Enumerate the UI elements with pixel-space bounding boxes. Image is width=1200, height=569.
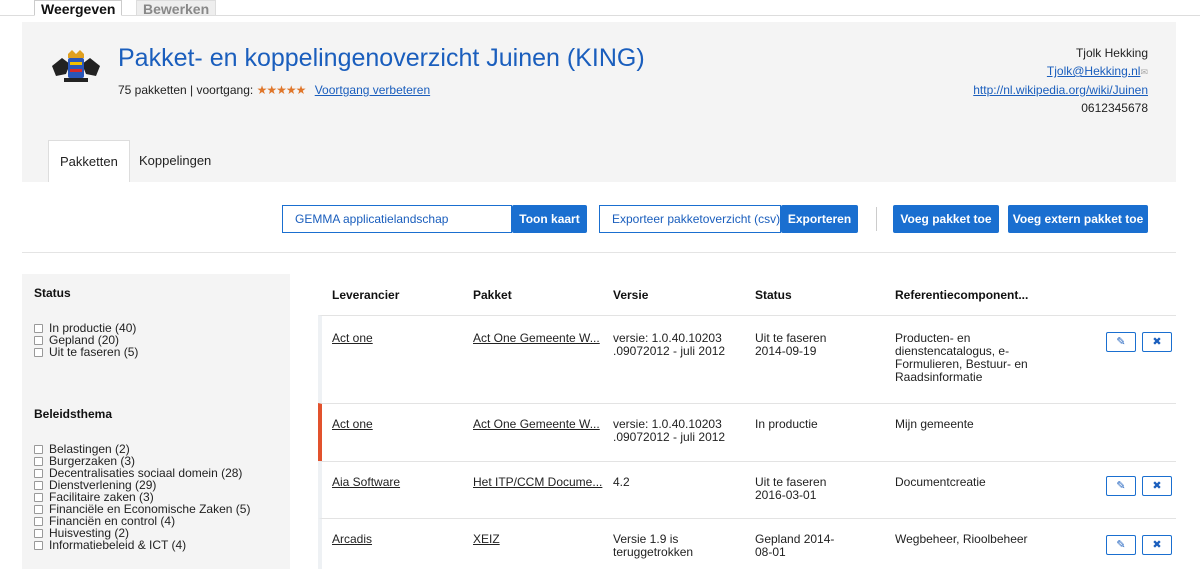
package-link[interactable]: XEIZ [473, 533, 500, 546]
close-icon: ✖ [1152, 480, 1162, 492]
version-cell: versie: 1.0.40.10203 .09072012 - juli 20… [613, 417, 726, 444]
checkbox[interactable] [34, 516, 43, 526]
package-link[interactable]: Act One Gemeente W... [473, 332, 600, 345]
supplier-link[interactable]: Aia Software [332, 476, 400, 489]
landscape-select[interactable]: GEMMA applicatielandschap [282, 205, 512, 233]
checkbox[interactable] [34, 540, 43, 550]
status-filter-title: Status [34, 286, 71, 300]
version-cell: versie: 1.0.40.10203 .09072012 - juli 20… [613, 331, 726, 358]
component-cell: Producten- en dienstencatalogus, e-Formu… [895, 331, 1028, 384]
status-filter-list: In productie (40) Gepland (20) Uit te fa… [34, 322, 138, 358]
delete-button[interactable]: ✖ [1142, 535, 1172, 555]
component-cell: Wegbeheer, Rioolbeheer [895, 532, 1028, 546]
page-title: Pakket- en koppelingenoverzicht Juinen (… [118, 44, 645, 72]
checkbox[interactable] [34, 456, 43, 466]
column-header-status[interactable]: Status [755, 288, 792, 302]
progress-stars: ★★★★★ [256, 83, 307, 97]
close-icon: ✖ [1152, 336, 1162, 348]
tab-pakketten[interactable]: Pakketten [48, 140, 130, 182]
export-select[interactable]: Exporteer pakketoverzicht (csv) [599, 205, 781, 233]
delete-button[interactable]: ✖ [1142, 332, 1172, 352]
supplier-link[interactable]: Act one [332, 418, 373, 431]
tab-koppelingen[interactable]: Koppelingen [128, 140, 222, 182]
contact-url-link[interactable]: http://nl.wikipedia.org/wiki/Juinen [973, 81, 1148, 99]
status-cell: Gepland 2014-08-01 [755, 532, 835, 559]
table-row: Act one Act One Gemeente W... versie: 1.… [318, 403, 1176, 461]
coat-of-arms-logo [52, 50, 100, 82]
supplier-link[interactable]: Arcadis [332, 533, 372, 546]
filter-option[interactable]: Informatiebeleid & ICT (4) [34, 539, 250, 551]
view-tabs: Weergeven Bewerken [0, 0, 1200, 17]
page-header: Pakket- en koppelingenoverzicht Juinen (… [22, 22, 1176, 182]
pencil-icon: ✎ [1116, 480, 1126, 492]
table-row: Arcadis XEIZ Versie 1.9 is teruggetrokke… [318, 518, 1176, 569]
checkbox[interactable] [34, 323, 43, 333]
version-cell: 4.2 [613, 475, 630, 489]
improve-progress-link[interactable]: Voortgang verbeteren [315, 83, 430, 97]
checkbox[interactable] [34, 480, 43, 490]
checkbox[interactable] [34, 504, 43, 514]
contact-email-link[interactable]: Tjolk@Hekking.nl [1047, 64, 1141, 78]
edit-button[interactable]: ✎ [1106, 332, 1136, 352]
checkbox[interactable] [34, 492, 43, 502]
checkbox[interactable] [34, 335, 43, 345]
tab-view[interactable]: Weergeven [34, 0, 123, 17]
status-cell: Uit te faseren 2014-09-19 [755, 331, 827, 358]
column-header-package[interactable]: Pakket [473, 288, 512, 302]
status-cell: Uit te faseren 2016-03-01 [755, 475, 827, 502]
add-package-button[interactable]: Voeg pakket toe [893, 205, 999, 233]
toolbar-divider [876, 207, 877, 231]
edit-button[interactable]: ✎ [1106, 476, 1136, 496]
close-icon: ✖ [1152, 539, 1162, 551]
edit-button[interactable]: ✎ [1106, 535, 1136, 555]
contact-phone: 0612345678 [1081, 101, 1148, 115]
pencil-icon: ✎ [1116, 336, 1126, 348]
version-cell: Versie 1.9 is teruggetrokken [613, 532, 694, 559]
pencil-icon: ✎ [1116, 539, 1126, 551]
theme-filter-title: Beleidsthema [34, 407, 113, 421]
theme-filter-list: Belastingen (2) Burgerzaken (3) Decentra… [34, 443, 250, 551]
status-cell: In productie [755, 417, 818, 431]
column-header-component[interactable]: Referentiecomponent... [895, 288, 1028, 302]
contact-name: Tjolk Hekking [1075, 46, 1148, 60]
filter-sidebar: Status In productie (40) Gepland (20) Ui… [22, 274, 290, 569]
column-header-version[interactable]: Versie [613, 288, 648, 302]
package-table: Leverancier Pakket Versie Status Referen… [318, 274, 1176, 569]
package-count: 75 pakketten | voortgang: [118, 83, 254, 97]
filter-option[interactable]: Uit te faseren (5) [34, 346, 138, 358]
component-cell: Mijn gemeente [895, 417, 974, 431]
table-row: Aia Software Het ITP/CCM Docume... 4.2 U… [318, 461, 1176, 518]
checkbox[interactable] [34, 468, 43, 478]
export-button[interactable]: Exporteren [781, 205, 858, 233]
checkbox[interactable] [34, 444, 43, 454]
checkbox[interactable] [34, 347, 43, 357]
column-header-supplier[interactable]: Leverancier [332, 288, 399, 302]
component-cell: Documentcreatie [895, 475, 986, 489]
package-link[interactable]: Act One Gemeente W... [473, 418, 600, 431]
package-link[interactable]: Het ITP/CCM Docume... [473, 476, 602, 489]
delete-button[interactable]: ✖ [1142, 476, 1172, 496]
divider [22, 252, 1176, 253]
show-map-button[interactable]: Toon kaart [512, 205, 587, 233]
progress-line: 75 pakketten | voortgang: ★★★★★ Voortgan… [118, 83, 430, 97]
add-external-package-button[interactable]: Voeg extern pakket toe [1008, 205, 1148, 233]
envelope-icon: ✉ [1140, 67, 1148, 77]
table-row: Act one Act One Gemeente W... versie: 1.… [318, 315, 1176, 403]
checkbox[interactable] [34, 528, 43, 538]
tab-edit[interactable]: Bewerken [136, 0, 217, 17]
contact-block: Tjolk Hekking Tjolk@Hekking.nl✉ http://n… [973, 44, 1148, 117]
supplier-link[interactable]: Act one [332, 332, 373, 345]
